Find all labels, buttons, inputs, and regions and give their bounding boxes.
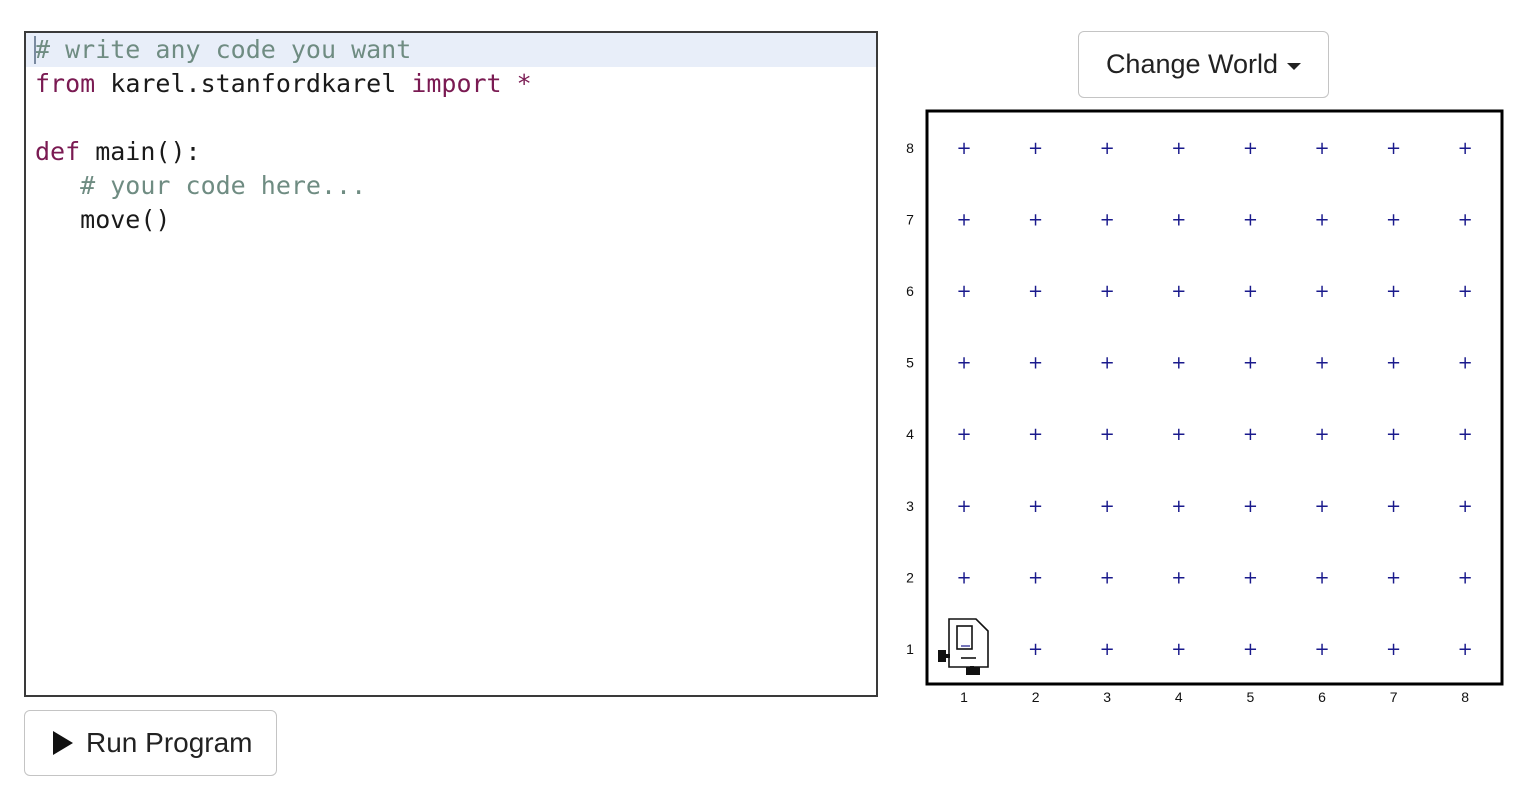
avenue-label: 1 [960, 689, 968, 705]
corner-marker: + [1386, 209, 1401, 230]
corner-marker: + [1458, 281, 1473, 302]
karel-robot-icon [938, 618, 989, 675]
corner-marker: + [1386, 281, 1401, 302]
corner-marker: + [1028, 138, 1043, 159]
corner-marker: + [1100, 567, 1115, 588]
corner-marker: + [956, 496, 971, 517]
corner-marker: + [1100, 138, 1115, 159]
corner-marker: + [1171, 424, 1186, 445]
corner-marker: + [1314, 496, 1329, 517]
corner-marker: + [1386, 567, 1401, 588]
avenue-label: 2 [1032, 689, 1040, 705]
corner-marker: + [1100, 353, 1115, 374]
corner-marker: + [956, 281, 971, 302]
corner-marker: + [1386, 138, 1401, 159]
avenue-label: 8 [1461, 689, 1469, 705]
corner-marker: + [1314, 138, 1329, 159]
avenue-label: 6 [1318, 689, 1326, 705]
corner-marker: + [1314, 639, 1329, 660]
corner-marker: + [1458, 496, 1473, 517]
corner-marker: + [1171, 138, 1186, 159]
corner-marker: + [1458, 639, 1473, 660]
corner-marker: + [1028, 639, 1043, 660]
corner-marker: + [1243, 567, 1258, 588]
corner-marker: + [1386, 353, 1401, 374]
street-label: 2 [906, 569, 914, 585]
corner-marker: + [1028, 209, 1043, 230]
avenue-label: 7 [1390, 689, 1398, 705]
street-label: 5 [906, 355, 914, 371]
street-label: 3 [906, 498, 914, 514]
corner-marker: + [1100, 209, 1115, 230]
street-label: 1 [906, 641, 914, 657]
corner-marker: + [1100, 639, 1115, 660]
corner-marker: + [1171, 353, 1186, 374]
corner-marker: + [956, 209, 971, 230]
corner-marker: + [1458, 424, 1473, 445]
karel-world: + + + + + + + + + + + + + + + + + + + + + + + + + + + + + + + + + + + + + + + +… [906, 109, 1504, 705]
avenue-label: 4 [1175, 689, 1183, 705]
corner-marker: + [1386, 424, 1401, 445]
corner-marker: + [1100, 281, 1115, 302]
corner-marker: + [1243, 281, 1258, 302]
corner-marker: + [1243, 496, 1258, 517]
corner-marker: + [1386, 496, 1401, 517]
corner-marker: + [1243, 138, 1258, 159]
street-label: 6 [906, 283, 914, 299]
corner-marker: + [956, 567, 971, 588]
corner-marker: + [1314, 209, 1329, 230]
corner-marker: + [1243, 639, 1258, 660]
corner-marker: + [1243, 424, 1258, 445]
corner-marker: + [1028, 424, 1043, 445]
corner-marker: + [1028, 281, 1043, 302]
corner-marker: + [956, 138, 971, 159]
corner-marker: + [1028, 567, 1043, 588]
corner-marker: + [1028, 496, 1043, 517]
corner-marker: + [1100, 496, 1115, 517]
corner-marker: + [1314, 424, 1329, 445]
corner-marker: + [1171, 281, 1186, 302]
corner-marker: + [1171, 639, 1186, 660]
corner-marker: + [1458, 567, 1473, 588]
corner-marker: + [1386, 639, 1401, 660]
corner-marker: + [1100, 424, 1115, 445]
corner-marker: + [1171, 567, 1186, 588]
street-label: 7 [906, 211, 914, 227]
corner-marker: + [1171, 209, 1186, 230]
corner-marker: + [1243, 209, 1258, 230]
corner-marker: + [1458, 353, 1473, 374]
corner-marker: + [1171, 496, 1186, 517]
corner-marker: + [956, 424, 971, 445]
corner-marker: + [956, 353, 971, 374]
corner-marker: + [1314, 353, 1329, 374]
world-border [925, 109, 1504, 686]
street-label: 4 [906, 426, 914, 442]
avenue-label: 3 [1103, 689, 1111, 705]
corner-marker: + [1314, 567, 1329, 588]
avenue-label: 5 [1247, 689, 1255, 705]
corner-marker: + [1458, 209, 1473, 230]
corner-marker: + [1243, 353, 1258, 374]
corner-marker: + [1458, 138, 1473, 159]
street-label: 8 [906, 140, 914, 156]
corner-marker: + [1028, 353, 1043, 374]
corner-marker: + [1314, 281, 1329, 302]
